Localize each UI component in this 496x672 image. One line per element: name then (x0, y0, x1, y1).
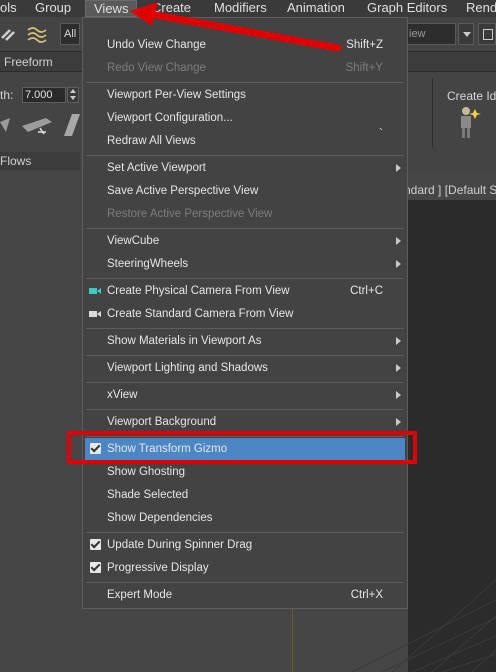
menu-separator (86, 328, 404, 329)
submenu-arrow-icon (396, 260, 401, 268)
menu-item-create-standard-camera[interactable]: Create Standard Camera From View (107, 303, 293, 325)
menu-item-update-during-spinner-drag[interactable]: Update During Spinner Drag (107, 534, 252, 556)
menu-item-restore-active-perspective-view: Restore Active Perspective View (107, 208, 273, 220)
menu-separator (86, 582, 404, 583)
menu-item-create-physical-camera[interactable]: Create Physical Camera From View (107, 280, 290, 302)
bind-space-warp-icon[interactable] (26, 24, 48, 44)
menu-separator (86, 532, 404, 533)
width-spinner-input[interactable]: 7.000 (22, 87, 66, 103)
submenu-arrow-icon (396, 364, 401, 372)
menu-item-redo-view-change: Redo View Change (107, 62, 206, 74)
menu-item-viewport-per-view-settings[interactable]: Viewport Per-View Settings (107, 84, 246, 106)
menu-item-viewport-configuration[interactable]: Viewport Configuration... (107, 107, 233, 129)
freeform-brush-icons[interactable] (0, 112, 82, 138)
viewport-label[interactable]: ndard ] [Default S (404, 183, 496, 197)
standard-camera-icon (89, 311, 101, 317)
shortcut-redraw-all-views: ` (379, 128, 383, 140)
menu-rendering[interactable]: Rende (466, 0, 496, 17)
menu-item-redraw-all-views[interactable]: Redraw All Views (107, 130, 196, 152)
shortcut-redo-view-change: Shift+Y (345, 62, 383, 74)
menu-tools[interactable]: ols (0, 0, 17, 17)
shortcut-undo-view-change: Shift+Z (346, 39, 383, 51)
highlight-annotation-box (67, 431, 417, 464)
menu-separator (86, 355, 404, 356)
width-spinner-arrows[interactable] (67, 87, 79, 103)
menu-separator (86, 382, 404, 383)
checkmark-icon (90, 539, 101, 550)
flows-label: Flows (0, 154, 32, 168)
submenu-arrow-icon (396, 337, 401, 345)
menu-item-viewport-background[interactable]: Viewport Background (107, 411, 216, 433)
menu-item-viewcube[interactable]: ViewCube (107, 230, 159, 252)
menu-separator (86, 82, 404, 83)
submenu-arrow-icon (396, 418, 401, 426)
ribbon-separator (432, 78, 433, 148)
menu-item-save-active-perspective-view[interactable]: Save Active Perspective View (107, 180, 258, 202)
checkmark-icon (90, 562, 101, 573)
menu-separator (86, 409, 404, 410)
width-label: th: (0, 88, 14, 102)
submenu-arrow-icon (396, 237, 401, 245)
menu-item-expert-mode[interactable]: Expert Mode (107, 584, 172, 606)
menu-group[interactable]: Group (35, 0, 71, 17)
menu-separator (86, 155, 404, 156)
menu-item-show-ghosting[interactable]: Show Ghosting (107, 461, 185, 483)
shortcut-create-physical-camera: Ctrl+C (350, 285, 383, 297)
menu-item-viewport-lighting-and-shadows[interactable]: Viewport Lighting and Shadows (107, 357, 268, 379)
physical-camera-icon (89, 288, 101, 294)
red-arrow-annotation-icon (130, 2, 342, 52)
menu-item-show-dependencies[interactable]: Show Dependencies (107, 507, 213, 529)
menu-item-progressive-display[interactable]: Progressive Display (107, 557, 209, 579)
flows-bar: Flows (0, 152, 80, 170)
menu-item-set-active-viewport[interactable]: Set Active Viewport (107, 157, 206, 179)
create-idle-label: Create Id (447, 89, 496, 103)
dropdown-arrow-button[interactable] (458, 23, 474, 45)
menu-separator (86, 228, 404, 229)
submenu-arrow-icon (396, 164, 401, 172)
create-idle-icon[interactable] (455, 105, 481, 139)
submenu-arrow-icon (396, 391, 401, 399)
shortcut-expert-mode: Ctrl+X (350, 589, 383, 601)
menu-item-show-materials-in-viewport-as[interactable]: Show Materials in Viewport As (107, 330, 261, 352)
menu-item-steeringwheels[interactable]: SteeringWheels (107, 253, 188, 275)
reference-coordinate-dropdown[interactable]: iew (404, 23, 456, 45)
menu-graph-editors[interactable]: Graph Editors (367, 0, 447, 17)
views-menu: Undo View Change Shift+Z Redo View Chang… (82, 17, 408, 609)
link-icon[interactable] (0, 24, 22, 44)
menu-item-shade-selected[interactable]: Shade Selected (107, 484, 188, 506)
selection-filter-dropdown[interactable]: All (60, 23, 80, 45)
menu-separator (86, 278, 404, 279)
tab-freeform[interactable]: Freeform (4, 55, 53, 69)
menu-item-xview[interactable]: xView (107, 384, 137, 406)
pivot-button[interactable] (478, 23, 496, 45)
